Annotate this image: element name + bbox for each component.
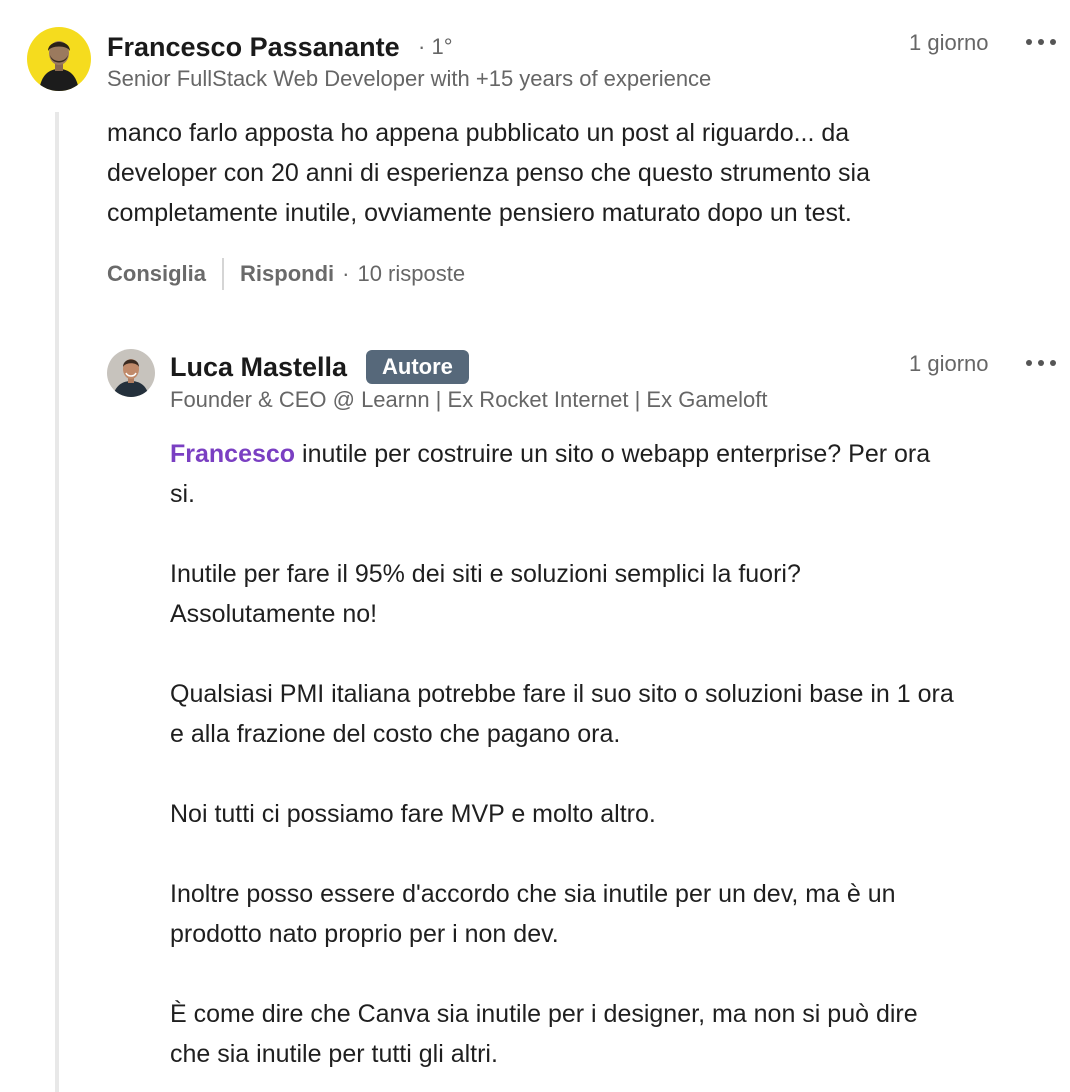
- reply-text-line: Inutile per fare il 95% dei siti e soluz…: [170, 560, 801, 588]
- reply-text-line: Qualsiasi PMI italiana potrebbe fare il …: [170, 680, 954, 708]
- author-name[interactable]: Francesco Passanante: [107, 30, 400, 64]
- thread-line: [55, 112, 59, 1092]
- reply-author-avatar[interactable]: [107, 349, 155, 397]
- reply-text-line: prodotto nato proprio per i non dev.: [170, 920, 559, 948]
- comment-time: 1 giorno: [909, 30, 989, 55]
- dot-separator: ·: [342, 261, 350, 286]
- author-headline: Senior FullStack Web Developer with +15 …: [107, 66, 712, 91]
- reply-button[interactable]: Rispondi: [240, 261, 334, 287]
- reply-text-line: Francesco inutile per costruire un sito …: [170, 434, 1070, 474]
- author-badge: Autore: [366, 350, 469, 384]
- reply-text-line: È come dire che Canva sia inutile per i …: [170, 1000, 918, 1028]
- reply-text-line: e alla frazione del costo che pagano ora…: [170, 720, 621, 748]
- reply-text-line: Noi tutti ci possiamo fare MVP e molto a…: [170, 800, 656, 828]
- reply-text-line: si.: [170, 480, 195, 508]
- comment-text-line: developer con 20 anni di esperienza pens…: [107, 159, 871, 187]
- like-button[interactable]: Consiglia: [107, 261, 206, 287]
- mention-link[interactable]: Francesco: [170, 440, 295, 468]
- comment-text-line: manco farlo apposta ho appena pubblicato…: [107, 119, 850, 147]
- reply-time: 1 giorno: [909, 351, 989, 376]
- person-photo-icon: [107, 349, 155, 397]
- replies-count-link[interactable]: 10 risposte: [357, 261, 465, 287]
- author-avatar[interactable]: [27, 27, 91, 91]
- degree-value: 1°: [431, 34, 453, 59]
- person-avatar-icon: [27, 27, 91, 91]
- reply-author-headline: Founder & CEO @ Learnn | Ex Rocket Inter…: [170, 387, 768, 412]
- reply-text: Francesco inutile per costruire un sito …: [170, 434, 1070, 1074]
- more-options-icon[interactable]: [1026, 358, 1056, 368]
- more-options-icon[interactable]: [1026, 37, 1056, 47]
- comment-actions: Consiglia Rispondi · 10 risposte: [107, 258, 465, 290]
- comment-text: manco farlo apposta ho appena pubblicato…: [107, 113, 1067, 233]
- reply-text-segment: inutile per costruire un sito o webapp e…: [295, 440, 931, 468]
- reply-author-name[interactable]: Luca Mastella: [170, 350, 347, 384]
- reply-text-line: che sia inutile per tutti gli altri.: [170, 1040, 498, 1068]
- reply-text-line: Assolutamente no!: [170, 600, 378, 628]
- action-divider: [222, 258, 225, 290]
- connection-degree: · 1°: [418, 34, 453, 59]
- comment-text-line: completamente inutile, ovviamente pensie…: [107, 199, 852, 227]
- reply-text-line: Inoltre posso essere d'accordo che sia i…: [170, 880, 896, 908]
